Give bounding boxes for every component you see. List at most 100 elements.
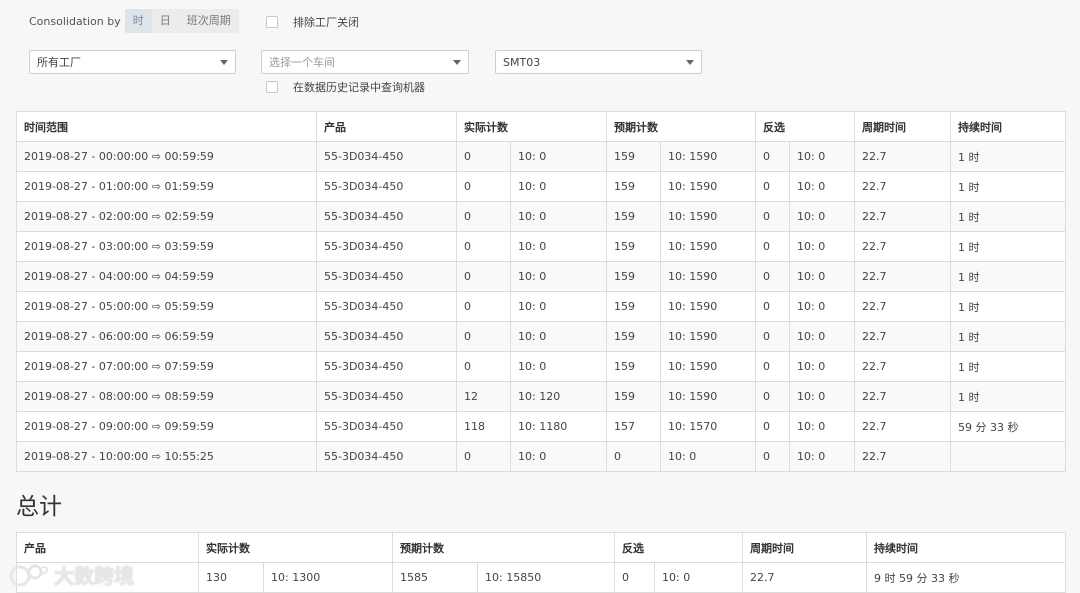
cell-product: 55-3D034-450 xyxy=(316,291,457,322)
cell-reject: 0 xyxy=(755,351,790,382)
header-product[interactable]: 产品 xyxy=(316,111,457,142)
cell-product: 55-3D034-450 xyxy=(316,201,457,232)
table-row: 2019-08-27 - 05:00:00 ⇨ 05:59:59 55-3D034… xyxy=(16,291,1066,322)
consolidation-control: Consolidation by 时 日 班次周期 xyxy=(29,9,239,33)
header-cycle-time[interactable]: 周期时间 xyxy=(854,111,951,142)
cell-expected-rate: 10: 1590 xyxy=(660,201,756,232)
header-time-range[interactable]: 时间范围 xyxy=(16,111,317,142)
cell-product: 55-3D034-450 xyxy=(316,141,457,172)
workshop-select-placeholder: 选择一个车间 xyxy=(269,56,335,69)
totals-header-product: 产品 xyxy=(16,532,199,563)
cell-expected-rate: 10: 1590 xyxy=(660,351,756,382)
cell-product: 55-3D034-450 xyxy=(316,411,457,442)
consolidation-label: Consolidation by xyxy=(29,14,121,28)
table-header-row: 时间范围 产品 实际计数 预期计数 反选 周期时间 持续时间 xyxy=(16,111,1066,142)
cell-time-range: 2019-08-27 - 05:00:00 ⇨ 05:59:59 xyxy=(16,291,317,322)
workshop-select[interactable]: 选择一个车间 xyxy=(261,50,469,74)
cell-expected-rate: 10: 1590 xyxy=(660,381,756,412)
cell-actual: 0 xyxy=(456,141,511,172)
totals-header-duration: 持续时间 xyxy=(866,532,1066,563)
cell-product: 55-3D034-450 xyxy=(316,381,457,412)
header-reject[interactable]: 反选 xyxy=(755,111,855,142)
cell-duration xyxy=(950,441,1066,472)
table-row: 2019-08-27 - 00:00:00 ⇨ 00:59:59 55-3D034… xyxy=(16,141,1066,172)
cell-actual: 0 xyxy=(456,261,511,292)
consolidation-day-button[interactable]: 日 xyxy=(152,9,179,33)
cell-actual-rate: 10: 120 xyxy=(510,381,607,412)
cell-reject: 0 xyxy=(755,381,790,412)
cell-expected-rate: 10: 1590 xyxy=(660,141,756,172)
header-actual-count[interactable]: 实际计数 xyxy=(456,111,607,142)
cell-expected-rate: 10: 1590 xyxy=(660,231,756,262)
consolidation-shift-button[interactable]: 班次周期 xyxy=(179,9,239,33)
cell-actual: 0 xyxy=(456,441,511,472)
cell-actual-rate: 10: 0 xyxy=(510,231,607,262)
cell-time-range: 2019-08-27 - 10:00:00 ⇨ 10:55:25 xyxy=(16,441,317,472)
cell-time-range: 2019-08-27 - 07:00:00 ⇨ 07:59:59 xyxy=(16,351,317,382)
cell-reject-rate: 10: 0 xyxy=(789,201,855,232)
table-row: 2019-08-27 - 03:00:00 ⇨ 03:59:59 55-3D034… xyxy=(16,231,1066,262)
table-row: 2019-08-27 - 07:00:00 ⇨ 07:59:59 55-3D034… xyxy=(16,351,1066,382)
cell-expected: 159 xyxy=(606,261,661,292)
cell-expected-rate: 10: 1590 xyxy=(660,321,756,352)
cell-reject: 0 xyxy=(755,321,790,352)
cell-reject: 0 xyxy=(755,291,790,322)
cell-duration: 59 分 33 秒 xyxy=(950,411,1066,442)
cell-actual: 0 xyxy=(456,351,511,382)
cell-expected-rate: 10: 1590 xyxy=(660,171,756,202)
cell-actual: 0 xyxy=(456,231,511,262)
cell-expected-rate: 10: 1590 xyxy=(660,261,756,292)
cell-duration: 1 时 xyxy=(950,201,1066,232)
cell-reject-rate: 10: 0 xyxy=(789,381,855,412)
cell-time-range: 2019-08-27 - 03:00:00 ⇨ 03:59:59 xyxy=(16,231,317,262)
cell-expected: 157 xyxy=(606,411,661,442)
totals-actual: 130 xyxy=(198,562,264,593)
cell-reject: 0 xyxy=(755,231,790,262)
cell-time-range: 2019-08-27 - 09:00:00 ⇨ 09:59:59 xyxy=(16,411,317,442)
cell-time-range: 2019-08-27 - 08:00:00 ⇨ 08:59:59 xyxy=(16,381,317,412)
cell-expected: 159 xyxy=(606,141,661,172)
cell-actual-rate: 10: 0 xyxy=(510,441,607,472)
cell-expected: 159 xyxy=(606,351,661,382)
table-row: 2019-08-27 - 04:00:00 ⇨ 04:59:59 55-3D034… xyxy=(16,261,1066,292)
cell-cycle-time: 22.7 xyxy=(854,381,951,412)
machine-select-value: SMT03 xyxy=(503,55,541,69)
factory-select[interactable]: 所有工厂 xyxy=(29,50,236,74)
history-query-label: 在数据历史记录中查询机器 xyxy=(293,81,425,94)
cell-duration: 1 时 xyxy=(950,381,1066,412)
cell-duration: 1 时 xyxy=(950,261,1066,292)
totals-reject-rate: 10: 0 xyxy=(654,562,743,593)
totals-header-reject: 反选 xyxy=(614,532,743,563)
hourly-table: 时间范围 产品 实际计数 预期计数 反选 周期时间 持续时间 2019-08-2… xyxy=(16,111,1066,472)
cell-reject: 0 xyxy=(755,261,790,292)
cell-time-range: 2019-08-27 - 01:00:00 ⇨ 01:59:59 xyxy=(16,171,317,202)
header-duration[interactable]: 持续时间 xyxy=(950,111,1066,142)
cell-duration: 1 时 xyxy=(950,321,1066,352)
cell-cycle-time: 22.7 xyxy=(854,441,951,472)
cell-actual-rate: 10: 0 xyxy=(510,351,607,382)
cell-cycle-time: 22.7 xyxy=(854,291,951,322)
cell-reject-rate: 10: 0 xyxy=(789,291,855,322)
cell-product: 55-3D034-450 xyxy=(316,171,457,202)
cell-expected: 159 xyxy=(606,321,661,352)
cell-actual-rate: 10: 0 xyxy=(510,171,607,202)
cell-time-range: 2019-08-27 - 02:00:00 ⇨ 02:59:59 xyxy=(16,201,317,232)
cell-product: 55-3D034-450 xyxy=(316,261,457,292)
totals-cycle: 22.7 xyxy=(742,562,867,593)
exclude-factory-closed-checkbox[interactable] xyxy=(266,16,278,28)
cell-cycle-time: 22.7 xyxy=(854,351,951,382)
history-query-checkbox[interactable] xyxy=(266,81,278,93)
totals-header-cycle-time: 周期时间 xyxy=(742,532,867,563)
cell-product: 55-3D034-450 xyxy=(316,321,457,352)
table-row: 2019-08-27 - 10:00:00 ⇨ 10:55:25 55-3D034… xyxy=(16,441,1066,472)
cell-cycle-time: 22.7 xyxy=(854,141,951,172)
totals-title: 总计 xyxy=(16,494,62,520)
cell-actual: 0 xyxy=(456,321,511,352)
consolidation-hour-button[interactable]: 时 xyxy=(124,9,152,33)
table-row: 2019-08-27 - 02:00:00 ⇨ 02:59:59 55-3D034… xyxy=(16,201,1066,232)
header-expected-count[interactable]: 预期计数 xyxy=(606,111,756,142)
machine-select[interactable]: SMT03 xyxy=(495,50,702,74)
cell-duration: 1 时 xyxy=(950,171,1066,202)
cell-reject-rate: 10: 0 xyxy=(789,171,855,202)
cell-actual-rate: 10: 0 xyxy=(510,291,607,322)
